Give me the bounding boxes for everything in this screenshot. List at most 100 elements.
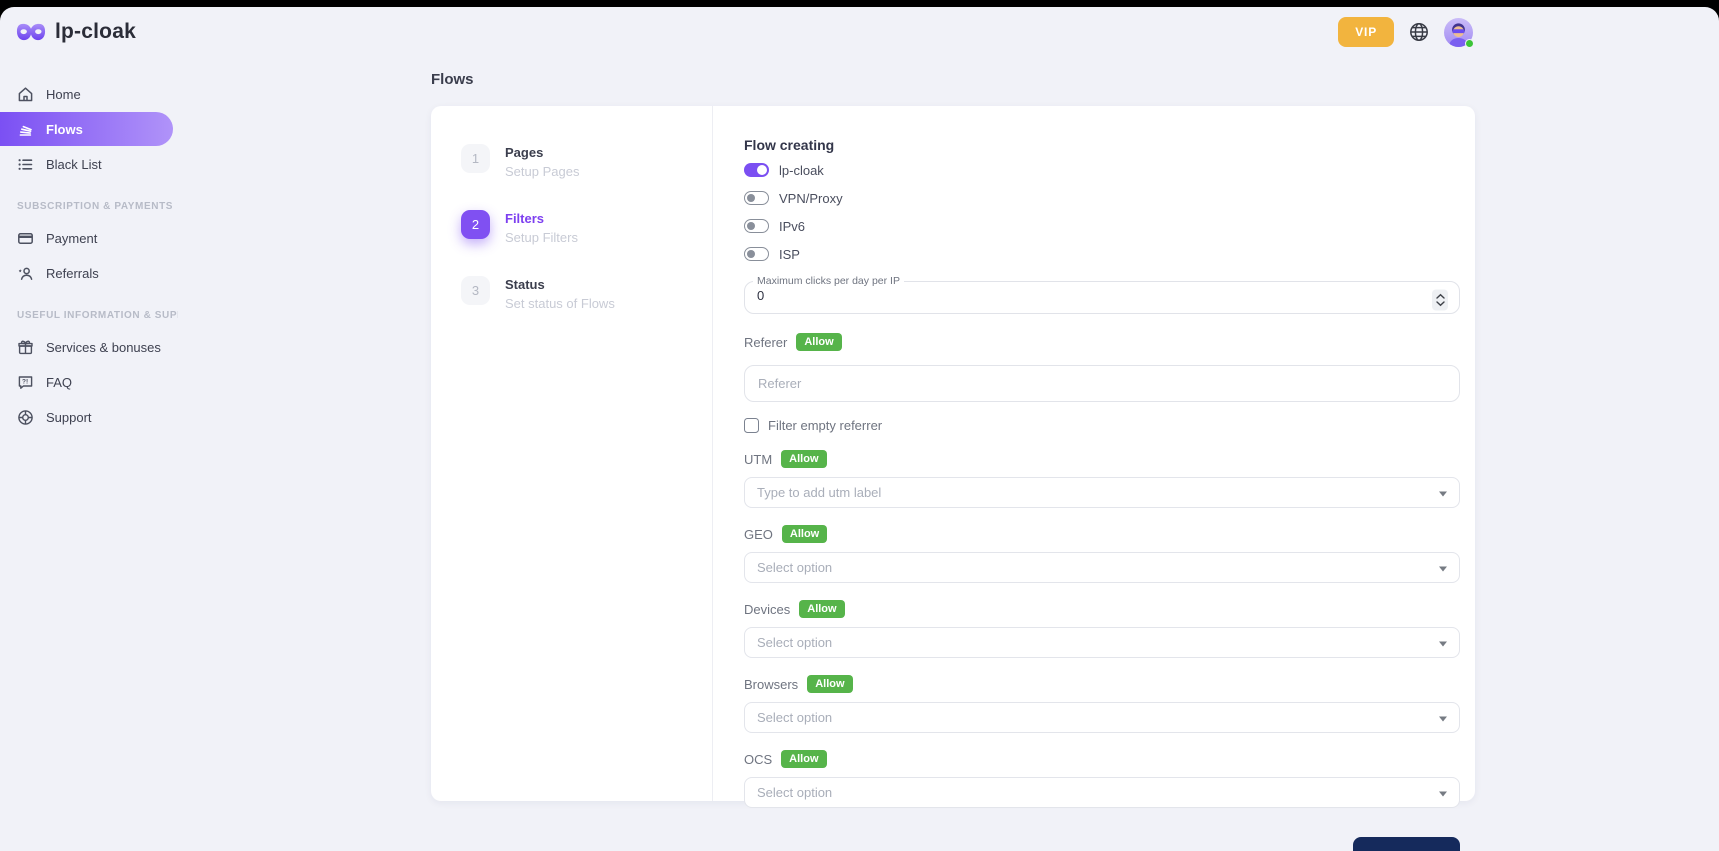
sidebar-item-label: Payment	[46, 231, 97, 246]
toggle-row-vpn-proxy: VPN/Proxy	[744, 187, 1460, 209]
svg-text:?!: ?!	[22, 378, 28, 385]
stepper: 1 Pages Setup Pages 2 Filters Setup Filt…	[431, 106, 713, 801]
chevron-down-icon	[1439, 641, 1447, 646]
credit-card-icon	[17, 230, 34, 247]
topbar: lp-cloak VIP	[0, 7, 1719, 55]
sidebar-item-black-list[interactable]: Black List	[0, 147, 190, 181]
vpn-proxy-toggle[interactable]	[744, 191, 769, 205]
toggle-label: lp-cloak	[779, 163, 824, 178]
chevron-down-icon	[1439, 491, 1447, 496]
ocs-select[interactable]: Select option	[744, 777, 1460, 808]
sidebar-item-label: Support	[46, 410, 92, 425]
online-status-dot	[1465, 39, 1474, 48]
next-step-button[interactable]: Next step	[1353, 837, 1460, 851]
sidebar-item-label: FAQ	[46, 375, 72, 390]
referer-label-row: Referer Allow	[744, 333, 1460, 351]
sidebar-item-services-bonuses[interactable]: Services & bonuses	[0, 330, 190, 364]
sidebar-item-payment[interactable]: Payment	[0, 221, 190, 255]
devices-allow-badge[interactable]: Allow	[799, 600, 844, 618]
sidebar-item-referrals[interactable]: Referrals	[0, 256, 190, 290]
geo-select[interactable]: Select option	[744, 552, 1460, 583]
faq-bubble-icon: ?!	[17, 374, 34, 391]
toggle-label: VPN/Proxy	[779, 191, 843, 206]
vip-button[interactable]: VIP	[1338, 17, 1394, 47]
browsers-group: Browsers Allow Select option	[744, 675, 1460, 733]
topbar-right: VIP	[1338, 17, 1473, 47]
browsers-allow-badge[interactable]: Allow	[807, 675, 852, 693]
sidebar-item-label: Flows	[46, 122, 83, 137]
sidebar-item-label: Referrals	[46, 266, 99, 281]
geo-label: GEO	[744, 527, 773, 542]
number-stepper-icon[interactable]	[1432, 290, 1448, 311]
step-subtitle: Setup Pages	[505, 164, 579, 179]
step-title: Status	[505, 277, 615, 292]
sidebar-item-support[interactable]: Support	[0, 400, 190, 434]
geo-allow-badge[interactable]: Allow	[782, 525, 827, 543]
toggle-label: ISP	[779, 247, 800, 262]
browsers-select[interactable]: Select option	[744, 702, 1460, 733]
home-icon	[17, 86, 34, 103]
form-actions: Go back Next step	[744, 837, 1460, 851]
chevron-down-icon	[1439, 791, 1447, 796]
step-title: Pages	[505, 145, 579, 160]
sidebar-item-home[interactable]: Home	[0, 77, 190, 111]
page-title: Flows	[431, 71, 1475, 88]
max-clicks-label: Maximum clicks per day per IP	[753, 275, 904, 287]
sidebar-item-label: Black List	[46, 157, 102, 172]
flow-form: Flow creating lp-cloak VPN/Proxy IPv6	[713, 106, 1475, 801]
toggle-row-lp-cloak: lp-cloak	[744, 159, 1460, 181]
sidebar-section-subscription: SUBSCRIPTION & PAYMENTS	[0, 201, 178, 212]
filter-empty-referrer-row: Filter empty referrer	[744, 418, 1460, 433]
devices-group: Devices Allow Select option	[744, 600, 1460, 658]
max-clicks-input[interactable]	[757, 288, 1378, 303]
mask-logo-icon	[16, 22, 46, 42]
ocs-label: OCS	[744, 752, 772, 767]
sidebar: Home Flows Black List	[0, 55, 190, 801]
utm-input[interactable]: Type to add utm label	[744, 477, 1460, 508]
sidebar-item-faq[interactable]: ?! FAQ	[0, 365, 190, 399]
lp-cloak-toggle[interactable]	[744, 163, 769, 177]
isp-toggle[interactable]	[744, 247, 769, 261]
lifebuoy-icon	[17, 409, 34, 426]
chevron-down-icon	[1439, 716, 1447, 721]
user-avatar[interactable]	[1444, 18, 1473, 47]
brand-name: lp-cloak	[55, 20, 136, 44]
step-number: 2	[461, 210, 490, 239]
sidebar-item-flows[interactable]: Flows	[0, 112, 173, 146]
step-title: Filters	[505, 211, 578, 226]
flows-stack-icon	[17, 121, 34, 138]
referer-allow-badge[interactable]: Allow	[796, 333, 841, 351]
sidebar-item-label: Services & bonuses	[46, 340, 161, 355]
checkbox-label: Filter empty referrer	[768, 418, 882, 433]
referer-label: Referer	[744, 335, 787, 350]
ipv6-toggle[interactable]	[744, 219, 769, 233]
toggle-row-isp: ISP	[744, 243, 1460, 265]
toggle-row-ipv6: IPv6	[744, 215, 1460, 237]
utm-label: UTM	[744, 452, 772, 467]
devices-label: Devices	[744, 602, 790, 617]
sidebar-section-support: USEFUL INFORMATION & SUPPORT	[0, 310, 178, 321]
max-clicks-field: Maximum clicks per day per IP	[744, 275, 1460, 314]
ocs-allow-badge[interactable]: Allow	[781, 750, 826, 768]
language-globe-icon[interactable]	[1409, 22, 1429, 42]
person-add-icon	[17, 265, 34, 282]
toggle-label: IPv6	[779, 219, 805, 234]
browsers-label: Browsers	[744, 677, 798, 692]
step-number: 1	[461, 144, 490, 173]
app-window: lp-cloak VIP	[0, 7, 1719, 851]
step-filters[interactable]: 2 Filters Setup Filters	[461, 210, 712, 245]
sidebar-item-label: Home	[46, 87, 81, 102]
devices-select[interactable]: Select option	[744, 627, 1460, 658]
filter-empty-referrer-checkbox[interactable]	[744, 418, 759, 433]
step-subtitle: Setup Filters	[505, 230, 578, 245]
gift-icon	[17, 339, 34, 356]
step-subtitle: Set status of Flows	[505, 296, 615, 311]
utm-allow-badge[interactable]: Allow	[781, 450, 826, 468]
referer-input[interactable]	[744, 365, 1460, 402]
step-status[interactable]: 3 Status Set status of Flows	[461, 276, 712, 311]
flow-card: 1 Pages Setup Pages 2 Filters Setup Filt…	[431, 106, 1475, 801]
chevron-down-icon	[1439, 566, 1447, 571]
step-pages[interactable]: 1 Pages Setup Pages	[461, 144, 712, 179]
brand[interactable]: lp-cloak	[16, 20, 136, 44]
geo-group: GEO Allow Select option	[744, 525, 1460, 583]
